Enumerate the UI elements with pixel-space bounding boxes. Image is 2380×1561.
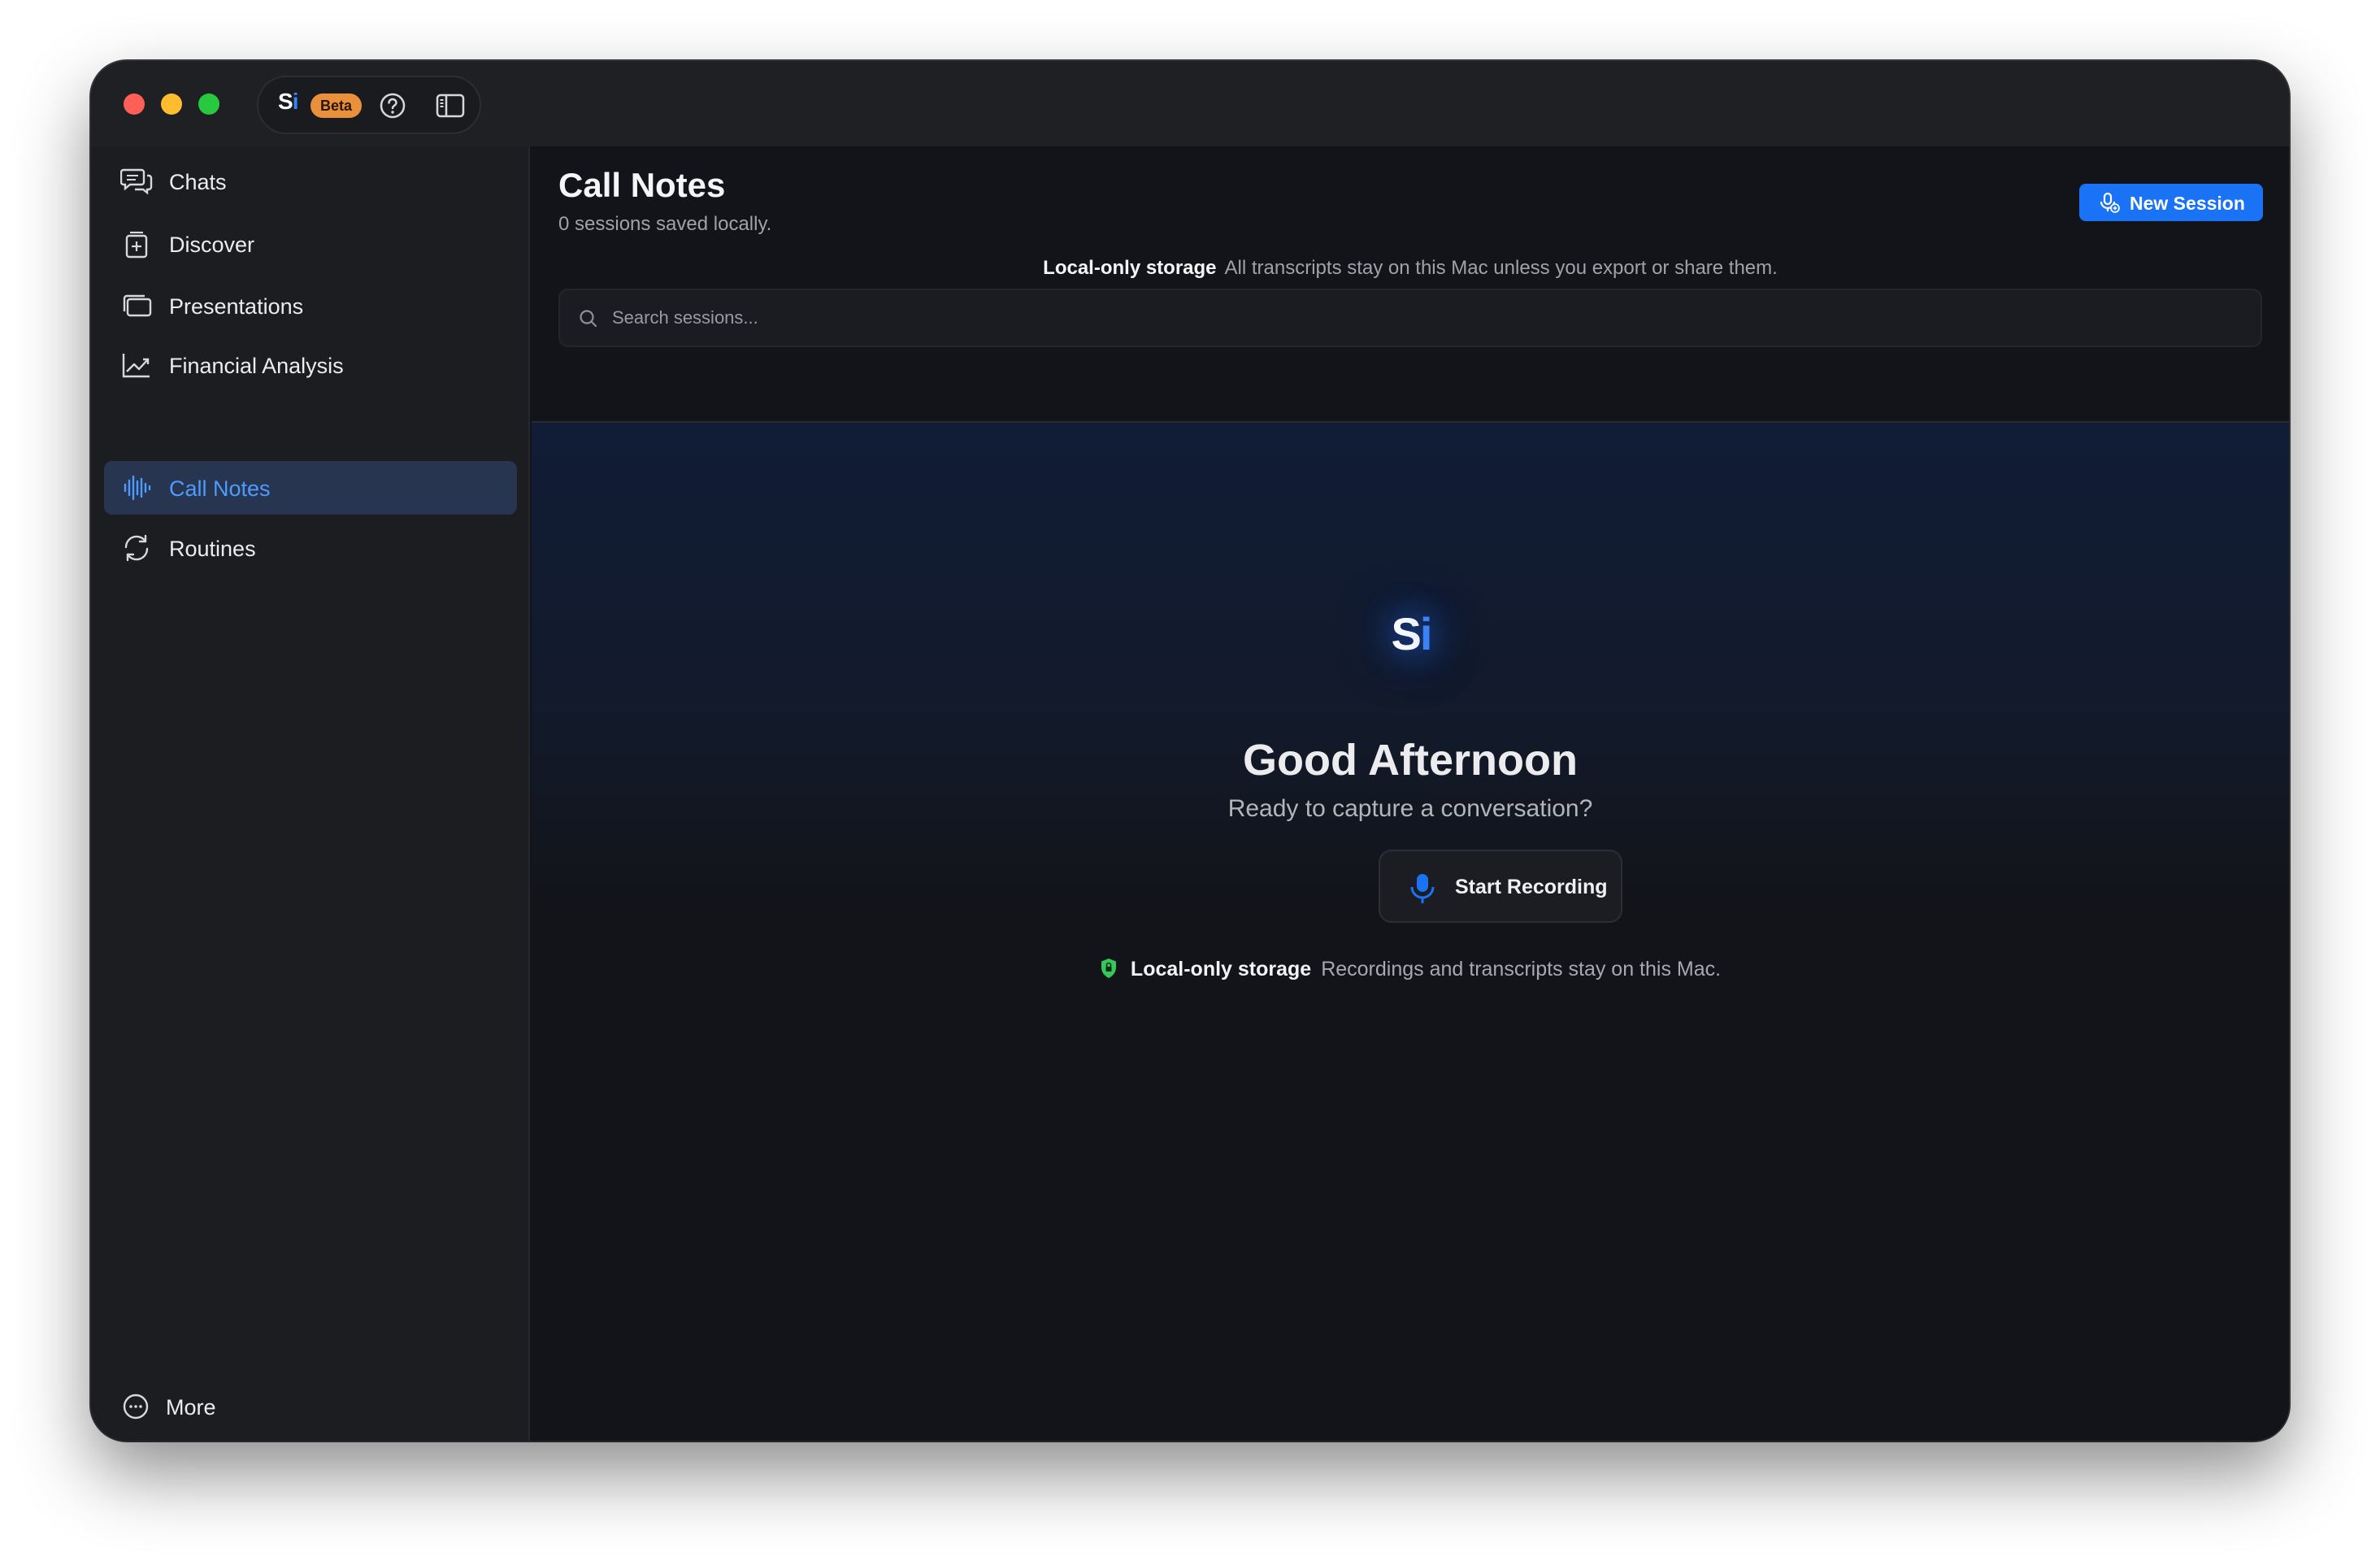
- page-title: Call Notes: [558, 166, 726, 204]
- chat-bubbles-icon: [120, 168, 153, 195]
- sidebar-item-label: Financial Analysis: [169, 354, 344, 378]
- app-logo-s: S: [278, 89, 293, 114]
- sidebar-item-presentations[interactable]: Presentations: [104, 279, 517, 333]
- beta-badge: Beta: [311, 93, 363, 118]
- new-session-button[interactable]: New Session: [2079, 184, 2263, 221]
- sidebar-item-discover[interactable]: Discover: [104, 217, 517, 271]
- chart-line-icon: [122, 354, 150, 378]
- sidebar-item-label: Chats: [169, 170, 227, 194]
- toolbar-pill: Si Beta: [257, 76, 481, 134]
- sidebar-item-label: Call Notes: [169, 476, 271, 501]
- sidebar-toggle-icon[interactable]: [436, 93, 465, 118]
- start-recording-button[interactable]: Start Recording: [1379, 850, 1622, 923]
- sidebar-item-label: Discover: [169, 233, 255, 257]
- close-window-button[interactable]: [124, 93, 145, 115]
- storage-note-text: Recordings and transcripts stay on this …: [1321, 958, 1722, 981]
- app-logo-i: i: [292, 89, 299, 114]
- sidebar-item-call-notes[interactable]: Call Notes: [104, 461, 517, 515]
- search-bar[interactable]: [558, 289, 2262, 347]
- storage-note-title: Local-only storage: [1130, 958, 1312, 981]
- hero-logo-s: S: [1391, 608, 1422, 659]
- shield-icon: [1101, 959, 1116, 978]
- search-icon: [580, 310, 597, 328]
- page-header: Call Notes 0 sessions saved locally. New…: [532, 146, 2289, 423]
- microphone-plus-icon: [2100, 192, 2120, 213]
- refresh-icon: [124, 534, 149, 562]
- sidebar-item-financial-analysis[interactable]: Financial Analysis: [104, 338, 517, 392]
- help-icon[interactable]: [379, 92, 406, 120]
- storage-info-title: Local-only storage: [1043, 257, 1217, 279]
- hero-logo-i: i: [1419, 608, 1433, 659]
- storage-note: Local-only storage Recordings and transcr…: [532, 958, 2289, 981]
- discover-icon: [125, 231, 148, 259]
- main-content: Call Notes 0 sessions saved locally. New…: [532, 146, 2289, 1441]
- more-ellipsis-icon: [123, 1394, 149, 1420]
- new-session-label: New Session: [2130, 193, 2245, 214]
- app-logo[interactable]: Si: [278, 89, 298, 115]
- storage-info: Local-only storage All transcripts stay o…: [532, 257, 2289, 280]
- sidebar-more-button[interactable]: More: [104, 1382, 348, 1431]
- waveform-icon: [124, 475, 151, 501]
- hero-logo: Si: [1366, 598, 1456, 671]
- sidebar-item-label: Presentations: [169, 294, 304, 319]
- greeting-prompt: Ready to capture a conversation?: [1227, 795, 1593, 822]
- storage-info-text: All transcripts stay on this Mac unless …: [1224, 257, 1778, 279]
- session-count: 0 sessions saved locally.: [558, 213, 772, 235]
- minimize-window-button[interactable]: [161, 93, 182, 115]
- presentations-icon: [123, 294, 152, 317]
- sidebar-item-label: Routines: [169, 537, 256, 561]
- microphone-icon: [1410, 874, 1435, 903]
- zoom-window-button[interactable]: [198, 93, 219, 115]
- title-bar: Si Beta: [91, 61, 2289, 146]
- start-recording-label: Start Recording: [1455, 876, 1608, 898]
- app-window: Si Beta Chats Discover Presentations Fin…: [91, 61, 2289, 1441]
- empty-state: Si Good Afternoon Ready to capture a con…: [532, 423, 2289, 1441]
- sidebar-item-chats[interactable]: Chats: [104, 154, 517, 208]
- greeting-heading: Good Afternoon: [1243, 736, 1578, 785]
- search-input[interactable]: [612, 302, 2221, 334]
- sidebar: Chats Discover Presentations Financial A…: [91, 146, 530, 1441]
- sidebar-more-label: More: [166, 1395, 216, 1420]
- sidebar-item-routines[interactable]: Routines: [104, 521, 517, 575]
